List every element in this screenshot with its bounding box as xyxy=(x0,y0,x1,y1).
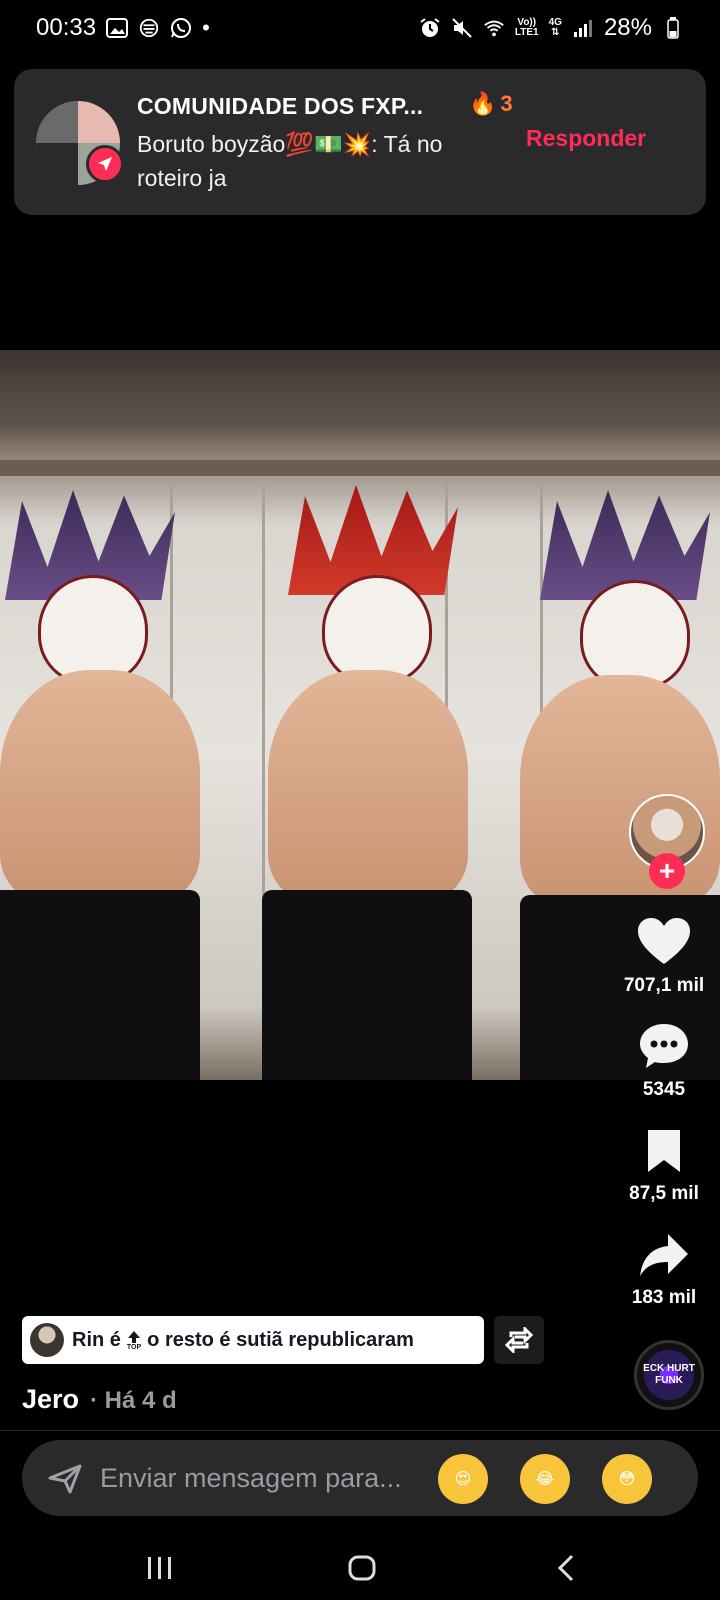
save-action[interactable]: 87,5 mil xyxy=(612,1128,716,1205)
notification-card[interactable]: COMUNIDADE DOS FXP... 🔥 3 Boruto boyzão💯… xyxy=(14,69,706,215)
bookmark-icon xyxy=(648,1130,680,1172)
wifi-icon xyxy=(483,17,505,39)
home-icon xyxy=(348,1555,376,1581)
pants xyxy=(0,890,200,1080)
repost-chip[interactable]: Rin é TOP o resto é sutiã republicaram xyxy=(22,1316,484,1364)
plague-mask xyxy=(322,575,432,685)
repost-icon xyxy=(505,1327,533,1353)
top-label: TOP xyxy=(126,1343,142,1351)
streak: 🔥 3 xyxy=(469,91,513,117)
video-ceiling xyxy=(0,350,720,410)
avatar-quadrant xyxy=(36,143,78,185)
music-disc[interactable]: ECK HURT FUNK xyxy=(634,1340,704,1410)
clock: 00:33 xyxy=(36,14,97,41)
alarm-icon xyxy=(419,17,441,39)
app-notification-icon xyxy=(138,17,160,39)
back-button[interactable] xyxy=(546,1550,586,1586)
follow-button[interactable]: + xyxy=(649,853,685,889)
home-button[interactable] xyxy=(342,1550,382,1586)
torso xyxy=(520,675,720,905)
heart-icon xyxy=(638,918,690,964)
share-arrow-icon xyxy=(640,1234,688,1276)
jester-mask xyxy=(38,575,148,685)
top-arrow-icon: TOP xyxy=(127,1330,141,1351)
flushed-emoji-button[interactable]: 😳 xyxy=(602,1454,652,1504)
save-count: 87,5 mil xyxy=(629,1183,699,1204)
mute-icon xyxy=(451,17,473,39)
status-bar: 00:33 • Vo)) LTE1 4G ⇅ 28% xyxy=(0,0,720,56)
lte-label: LTE1 xyxy=(514,27,539,38)
video-trim xyxy=(0,460,720,476)
notification-title: COMUNIDADE DOS FXP... xyxy=(137,93,424,119)
recent-apps-icon xyxy=(148,1557,171,1579)
send-badge-icon xyxy=(86,145,124,183)
divider xyxy=(0,1430,720,1431)
status-right: Vo)) LTE1 4G ⇅ 28% xyxy=(419,14,684,42)
back-icon xyxy=(557,1554,574,1582)
signal-icon xyxy=(572,17,594,39)
repost-button[interactable] xyxy=(494,1316,544,1364)
torso xyxy=(268,670,468,900)
like-action[interactable]: 707,1 mil xyxy=(612,918,716,997)
navigation-bar xyxy=(0,1530,720,1600)
pants xyxy=(262,890,472,1080)
network-4g-indicator: 4G ⇅ xyxy=(548,17,562,38)
author-name[interactable]: Jero xyxy=(22,1384,79,1415)
comment-icon xyxy=(640,1024,688,1068)
repost-user: Rin é xyxy=(72,1328,121,1351)
recent-apps-button[interactable] xyxy=(140,1550,180,1586)
gallery-icon xyxy=(106,17,129,39)
message-sender: Boruto boyzão💯💵💥 xyxy=(137,131,372,157)
more-notifications-dot: • xyxy=(202,15,210,40)
whatsapp-icon xyxy=(170,17,192,39)
repost-user-avatar xyxy=(30,1323,64,1357)
like-count: 707,1 mil xyxy=(623,975,705,996)
volte-indicator: Vo)) LTE1 xyxy=(515,18,539,38)
network-4g-label: 4G xyxy=(548,17,562,28)
streak-count: 3 xyxy=(500,91,513,116)
jester-mask xyxy=(580,580,690,690)
reply-button[interactable]: Responder xyxy=(526,125,646,152)
battery-percent: 28% xyxy=(603,14,652,41)
post-time: · Há 4 d xyxy=(90,1387,177,1414)
joy-emoji-button[interactable]: 😂 xyxy=(520,1454,570,1504)
message-input[interactable] xyxy=(100,1458,430,1498)
status-left: 00:33 • xyxy=(36,14,210,42)
torso xyxy=(0,670,200,900)
fire-icon: 🔥 xyxy=(469,91,497,116)
share-action[interactable]: 183 mil xyxy=(612,1232,716,1309)
avatar-quadrant xyxy=(78,101,120,143)
battery-icon xyxy=(662,17,684,39)
message-bar: 😍 😂 😳 xyxy=(22,1440,698,1516)
comment-action[interactable]: 5345 xyxy=(612,1022,716,1101)
send-icon xyxy=(48,1464,82,1499)
notification-message: Boruto boyzão💯💵💥: Tá no roteiro ja xyxy=(137,127,507,195)
repost-text: Rin é TOP o resto é sutiã republicaram xyxy=(72,1329,414,1352)
avatar-quadrant xyxy=(36,101,78,143)
share-count: 183 mil xyxy=(631,1287,697,1308)
repost-rest: o resto é sutiã republicaram xyxy=(147,1328,414,1351)
heart-eyes-emoji-button[interactable]: 😍 xyxy=(438,1454,488,1504)
comment-count: 5345 xyxy=(642,1079,686,1100)
